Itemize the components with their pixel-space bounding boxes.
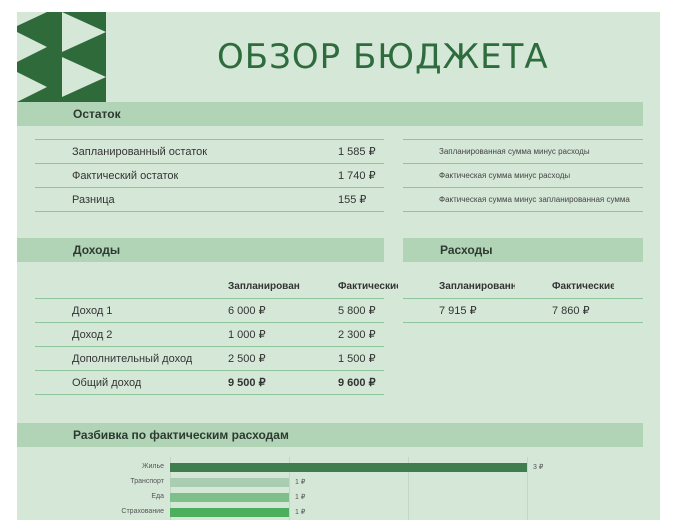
col-planned: Запланированные xyxy=(228,281,300,292)
row-actual: 2 300 ₽ xyxy=(338,329,376,341)
chart-bar xyxy=(170,463,527,472)
chart-category-label: Страхование xyxy=(121,508,164,515)
col-actual: Фактические xyxy=(552,281,614,292)
row-label: Дополнительный доход xyxy=(72,353,193,365)
balance-row-difference: Разница 155 ₽ xyxy=(35,188,384,212)
expenses-column-headers: Запланированные Фактические xyxy=(403,275,643,299)
chart-data-label: 1 ₽ xyxy=(295,494,306,501)
expenses-row: 7 915 ₽ 7 860 ₽ xyxy=(403,299,643,323)
row-planned: 9 500 ₽ xyxy=(228,377,266,389)
expense-breakdown-chart: Жилье 3 ₽ Транспорт 1 ₽ Еда 1 ₽ Страхование 1 ₽ xyxy=(17,457,660,520)
row-value: 155 ₽ xyxy=(338,194,367,206)
income-row: Дополнительный доход 2 500 ₽ 1 500 ₽ xyxy=(35,347,384,371)
row-label: Общий доход xyxy=(72,377,142,389)
chart-bar xyxy=(170,478,289,487)
row-note: Запланированная сумма минус расходы xyxy=(439,147,590,156)
section-header-breakdown: Разбивка по фактическим расходам xyxy=(17,423,643,447)
chart-data-label: 1 ₽ xyxy=(295,479,306,486)
chart-category-label: Еда xyxy=(151,493,164,500)
row-planned: 6 000 ₽ xyxy=(228,305,266,317)
balance-note-actual: Фактическая сумма минус расходы xyxy=(403,164,643,188)
row-planned: 7 915 ₽ xyxy=(439,305,477,317)
balance-row-planned: Запланированный остаток 1 585 ₽ xyxy=(35,140,384,164)
section-header-expenses: Расходы xyxy=(403,238,643,262)
chart-gridline xyxy=(527,457,528,520)
section-header-income: Доходы xyxy=(17,238,384,262)
balance-row-actual: Фактический остаток 1 740 ₽ xyxy=(35,164,384,188)
budget-sheet: ОБЗОР БЮДЖЕТА Остаток Запланированный ос… xyxy=(17,12,660,520)
row-value: 1 585 ₽ xyxy=(338,146,376,158)
row-label: Доход 2 xyxy=(72,329,113,341)
row-label: Доход 1 xyxy=(72,305,113,317)
chart-data-label: 1 ₽ xyxy=(295,509,306,516)
row-label: Фактический остаток xyxy=(72,170,179,182)
chart-bar xyxy=(170,508,289,517)
income-total-row: Общий доход 9 500 ₽ 9 600 ₽ xyxy=(35,371,384,395)
page-title: ОБЗОР БЮДЖЕТА xyxy=(217,37,549,77)
chart-category-label: Жилье xyxy=(142,463,164,470)
row-value: 1 740 ₽ xyxy=(338,170,376,182)
row-planned: 1 000 ₽ xyxy=(228,329,266,341)
row-actual: 7 860 ₽ xyxy=(552,305,590,317)
row-planned: 2 500 ₽ xyxy=(228,353,266,365)
logo-triangles-icon xyxy=(17,12,106,102)
balance-note-difference: Фактическая сумма минус запланированная … xyxy=(403,188,643,212)
chart-bar xyxy=(170,493,289,502)
row-actual: 9 600 ₽ xyxy=(338,377,376,389)
row-note: Фактическая сумма минус запланированная … xyxy=(439,195,630,204)
income-row: Доход 1 6 000 ₽ 5 800 ₽ xyxy=(35,299,384,323)
row-actual: 1 500 ₽ xyxy=(338,353,376,365)
col-planned: Запланированные xyxy=(439,281,515,292)
chart-data-label: 3 ₽ xyxy=(533,464,544,471)
income-column-headers: Запланированные Фактические xyxy=(35,275,398,299)
col-actual: Фактические xyxy=(338,281,398,292)
row-actual: 5 800 ₽ xyxy=(338,305,376,317)
section-header-balance: Остаток xyxy=(17,102,643,126)
chart-category-label: Транспорт xyxy=(130,478,164,485)
row-note: Фактическая сумма минус расходы xyxy=(439,171,571,180)
balance-note-planned: Запланированная сумма минус расходы xyxy=(403,140,643,164)
row-label: Запланированный остаток xyxy=(72,146,208,158)
row-label: Разница xyxy=(72,194,115,206)
income-row: Доход 2 1 000 ₽ 2 300 ₽ xyxy=(35,323,384,347)
